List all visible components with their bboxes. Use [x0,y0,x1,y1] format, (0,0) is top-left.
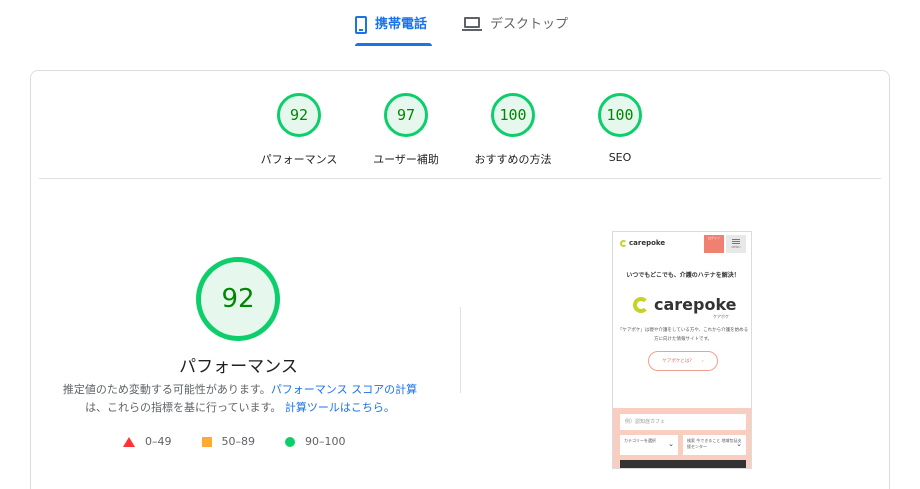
thumb-logo-sub: ケアポケ [713,314,729,319]
legend-fail: 0–49 [123,435,172,448]
thumb-about-button: ケアポケとは？ › [648,351,718,371]
calculator-link[interactable]: 計算ツールはこちら。 [285,401,395,414]
thumb-search-band: 例）認知症カフェ カテゴリーを選択 ⌄ 検索 今できること 地域包括支援センター ⌄ [613,408,751,468]
thumb-keyword-select: 検索 今できること 地域包括支援センター ⌄ [683,435,746,455]
chevron-down-icon: ⌄ [736,440,742,448]
category-gauges: 92 パフォーマンス 97 ユーザー補助 100 おすすめの方法 100 SEO [31,71,891,179]
triangle-icon [123,436,135,447]
gauge-accessibility[interactable]: 97 ユーザー補助 [361,93,451,167]
device-tabs: 携帯電話 デスクトップ [0,0,920,48]
gauge-label: SEO [608,151,632,164]
legend-range: 90–100 [305,435,346,448]
legend-pass: 90–100 [285,435,346,448]
carepoke-logo-icon [633,296,649,313]
thumb-category-select: カテゴリーを選択 ⌄ [620,435,678,455]
tab-desktop-label: デスクトップ [490,17,569,32]
chevron-down-icon: ⌄ [668,440,674,448]
tab-mobile-label: 携帯電話 [375,17,428,32]
report-card: 92 パフォーマンス 97 ユーザー補助 100 おすすめの方法 100 SEO… [30,70,890,489]
desc-text: 推定値のため変動する可能性があります。 [62,383,271,396]
performance-score-gauge: 92 [196,257,280,341]
thumb-headline: いつでもどこでも、介護のハテナを解決！ [626,272,740,279]
gauge-score: 100 [598,93,642,137]
thumb-logo: carepoke [620,239,665,247]
gauge-best-practices[interactable]: 100 おすすめの方法 [468,93,558,167]
legend-range: 0–49 [145,435,172,448]
thumb-header: carepoke ログイン MENU [613,232,751,258]
score-calc-link[interactable]: パフォーマンス スコアの計算 [271,383,417,396]
divider [39,178,881,179]
gauge-label: おすすめの方法 [474,153,552,166]
vertical-divider [460,307,461,393]
desc-text: は、これらの指標を基に行っています。 [85,401,282,414]
gauge-label: パフォーマンス [260,153,338,166]
legend-range: 50–89 [221,435,256,448]
circle-icon [285,436,295,447]
chevron-right-icon: › [701,358,704,364]
gauge-score: 92 [277,93,321,137]
legend-average: 50–89 [201,435,256,448]
laptop-icon [462,17,482,35]
gauge-score: 100 [491,93,535,137]
thumb-description: 「ケアポケ」は親や介護をしている方や、これから介護を始める方に向けた情報サイトで… [617,328,749,342]
thumb-login-button: ログイン [704,235,724,253]
carepoke-logo-icon [620,239,627,247]
gauge-performance[interactable]: 92 パフォーマンス [254,93,344,167]
square-icon [201,436,212,447]
thumb-logo-large: carepoke [633,295,737,314]
phone-icon [355,16,367,34]
performance-description: 推定値のため変動する可能性があります。パフォーマンス スコアの計算 は、これらの… [55,381,425,417]
score-legend: 0–49 50–89 90–100 [123,435,346,448]
gauge-seo[interactable]: 100 SEO [575,93,665,164]
gauge-score: 97 [384,93,428,137]
active-tab-indicator [355,43,432,46]
tab-desktop[interactable]: デスクトップ [462,14,572,48]
thumb-search-button [620,460,746,468]
page-screenshot: carepoke ログイン MENU いつでもどこでも、介護のハテナを解決！ c… [612,231,752,469]
thumb-menu-button: MENU [726,235,746,253]
thumb-search-input: 例）認知症カフェ [620,414,746,430]
gauge-label: ユーザー補助 [373,153,439,166]
performance-title: パフォーマンス [179,357,298,377]
